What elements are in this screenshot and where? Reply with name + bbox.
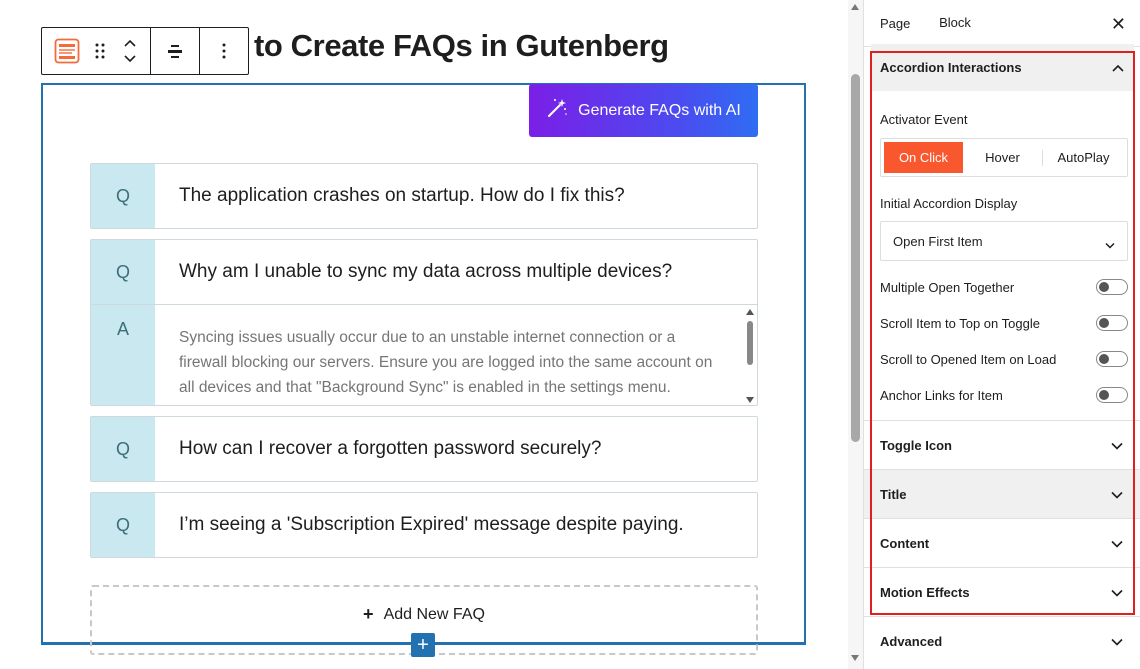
- scroll-down-arrow-icon[interactable]: [746, 397, 754, 403]
- faq-q-mark: Q: [91, 417, 155, 481]
- faq-q-mark: Q: [91, 493, 155, 557]
- chevron-down-icon: [1111, 585, 1123, 600]
- toggle-knob: [1099, 390, 1109, 400]
- faq-item-expanded[interactable]: Q Why am I unable to sync my data across…: [90, 239, 758, 406]
- anchor-links-toggle[interactable]: [1096, 387, 1128, 403]
- toolbar-group-align: [151, 28, 200, 74]
- multiple-open-label: Multiple Open Together: [880, 280, 1015, 295]
- scroll-up-arrow-icon[interactable]: [746, 309, 754, 315]
- sidebar-tabs: Page Block ✕: [864, 0, 1140, 47]
- multiple-open-toggle[interactable]: [1096, 279, 1128, 295]
- editor-canvas: to Create FAQs in Gutenberg Generate FAQ…: [0, 0, 848, 669]
- close-icon[interactable]: ✕: [1111, 14, 1126, 35]
- block-inserter-button[interactable]: +: [411, 633, 435, 657]
- faq-a-mark: A: [91, 305, 155, 405]
- align-center-icon[interactable]: [167, 43, 183, 59]
- plus-icon: +: [417, 633, 429, 656]
- scroll-down-arrow-icon[interactable]: [851, 655, 859, 661]
- faq-question[interactable]: The application crashes on startup. How …: [155, 164, 757, 228]
- canvas-scrollbar[interactable]: [848, 0, 863, 669]
- faq-question-row[interactable]: Q How can I recover a forgotten password…: [91, 417, 757, 481]
- toolbar-group-block: [42, 28, 151, 74]
- faq-q-mark: Q: [91, 164, 155, 228]
- anchor-links-label: Anchor Links for Item: [880, 388, 1003, 403]
- faq-answer[interactable]: Syncing issues usually occur due to an u…: [155, 305, 757, 405]
- faq-item[interactable]: Q The application crashes on startup. Ho…: [90, 163, 758, 229]
- panel-title: Content: [880, 535, 930, 551]
- activator-on-click-option[interactable]: On Click: [884, 142, 964, 173]
- panel-toggle-icon[interactable]: Toggle Icon: [864, 420, 1140, 469]
- panel-content[interactable]: Content: [864, 518, 1140, 567]
- accordion-interactions-header[interactable]: Accordion Interactions: [871, 44, 1134, 91]
- chevron-up-icon: [1112, 60, 1124, 75]
- scroll-to-opened-label: Scroll to Opened Item on Load: [880, 352, 1057, 367]
- faq-answer-row: A Syncing issues usually occur due to an…: [91, 304, 757, 405]
- faq-block-icon[interactable]: [54, 38, 80, 64]
- panel-title: Title: [880, 486, 907, 502]
- panel-motion-effects[interactable]: Motion Effects: [864, 567, 1140, 616]
- chevron-down-icon: [1111, 536, 1123, 551]
- activator-autoplay-option[interactable]: AutoPlay: [1043, 142, 1124, 173]
- panel-title: Accordion Interactions: [880, 60, 1022, 75]
- answer-scrollbar[interactable]: [745, 309, 755, 403]
- faq-question-row[interactable]: Q The application crashes on startup. Ho…: [91, 164, 757, 228]
- panel-title-settings[interactable]: Title: [864, 469, 1140, 518]
- more-options-icon[interactable]: [222, 43, 226, 59]
- panel-title: Motion Effects: [880, 584, 970, 600]
- activator-event-control: On Click Hover AutoPlay: [880, 138, 1128, 177]
- plus-icon: +: [363, 604, 374, 624]
- faq-item[interactable]: Q I’m seeing a 'Subscription Expired' me…: [90, 492, 758, 558]
- tab-block[interactable]: Block: [924, 0, 986, 47]
- faq-question[interactable]: How can I recover a forgotten password s…: [155, 417, 757, 481]
- generate-faqs-label: Generate FAQs with AI: [578, 101, 741, 119]
- faq-q-mark: Q: [91, 240, 155, 304]
- move-up-down-icon[interactable]: [120, 37, 140, 65]
- generate-faqs-ai-button[interactable]: Generate FAQs with AI: [529, 84, 758, 137]
- faq-item[interactable]: Q How can I recover a forgotten password…: [90, 416, 758, 482]
- scroll-to-opened-toggle[interactable]: [1096, 351, 1128, 367]
- panel-title: Advanced: [880, 633, 943, 649]
- faq-question[interactable]: I’m seeing a 'Subscription Expired' mess…: [155, 493, 757, 557]
- panel-title: Toggle Icon: [880, 437, 952, 453]
- toolbar-group-options: [200, 28, 248, 74]
- chevron-down-icon: [1111, 487, 1123, 502]
- scroll-to-top-label: Scroll Item to Top on Toggle: [880, 316, 1040, 331]
- scrollbar-thumb[interactable]: [747, 321, 753, 365]
- block-toolbar: [41, 27, 249, 75]
- initial-display-label: Initial Accordion Display: [880, 196, 1018, 211]
- scroll-up-arrow-icon[interactable]: [851, 4, 859, 10]
- chevron-down-icon: [1111, 438, 1123, 453]
- settings-sidebar: Page Block ✕ Accordion Interactions Acti…: [863, 0, 1140, 669]
- initial-display-value: Open First Item: [893, 233, 983, 249]
- drag-handle-icon[interactable]: [92, 41, 108, 61]
- toggle-knob: [1099, 318, 1109, 328]
- page-title[interactable]: to Create FAQs in Gutenberg: [254, 28, 669, 64]
- activator-hover-option[interactable]: Hover: [963, 142, 1042, 173]
- magic-wand-icon: [546, 97, 568, 124]
- faq-question-row[interactable]: Q I’m seeing a 'Subscription Expired' me…: [91, 493, 757, 557]
- scrollbar-thumb[interactable]: [851, 74, 860, 442]
- toggle-knob: [1099, 354, 1109, 364]
- activator-event-label: Activator Event: [880, 112, 968, 127]
- faq-question[interactable]: Why am I unable to sync my data across m…: [155, 240, 757, 304]
- initial-display-select[interactable]: Open First Item: [880, 221, 1128, 261]
- scroll-to-top-toggle[interactable]: [1096, 315, 1128, 331]
- panel-advanced[interactable]: Advanced: [864, 616, 1140, 665]
- faq-question-row[interactable]: Q Why am I unable to sync my data across…: [91, 240, 757, 304]
- chevron-down-icon: [1111, 634, 1123, 649]
- chevron-down-icon: [1105, 237, 1115, 252]
- toggle-knob: [1099, 282, 1109, 292]
- tab-page[interactable]: Page: [880, 0, 910, 47]
- editor-app: to Create FAQs in Gutenberg Generate FAQ…: [0, 0, 1140, 669]
